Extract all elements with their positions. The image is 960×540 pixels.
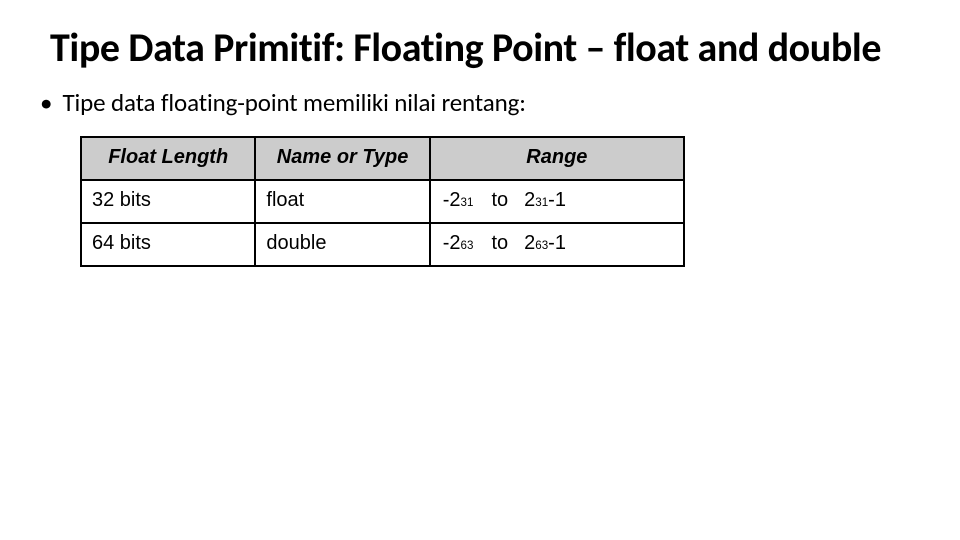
bullet-icon: •	[40, 87, 52, 118]
slide: Tipe Data Primitif: Floating Point – flo…	[0, 0, 960, 287]
table-row: 32 bits float -231 to 231-1	[81, 180, 684, 223]
cell-length: 64 bits	[81, 223, 255, 266]
range-high-tail: -1	[548, 189, 566, 212]
slide-title: Tipe Data Primitif: Floating Point – flo…	[50, 26, 910, 69]
table-row: 64 bits double -263 to 263-1	[81, 223, 684, 266]
bullet-item: • Tipe data floating-point memiliki nila…	[40, 87, 920, 118]
cell-name: double	[255, 223, 429, 266]
range-high-tail: -1	[548, 232, 566, 255]
col-header-range: Range	[430, 137, 684, 180]
range-to: to	[491, 189, 508, 212]
data-table: Float Length Name or Type Range 32 bits …	[80, 136, 685, 267]
col-header-name: Name or Type	[255, 137, 429, 180]
table-head: Float Length Name or Type Range	[81, 137, 684, 180]
cell-name: float	[255, 180, 429, 223]
range-high-base: 2	[524, 232, 535, 255]
cell-range: -231 to 231-1	[430, 180, 684, 223]
col-header-length: Float Length	[81, 137, 255, 180]
range-low-base: -2	[443, 189, 461, 212]
bullet-text: Tipe data floating-point memiliki nilai …	[62, 87, 525, 118]
range-low-base: -2	[443, 232, 461, 255]
range-to: to	[491, 232, 508, 255]
cell-range: -263 to 263-1	[430, 223, 684, 266]
cell-length: 32 bits	[81, 180, 255, 223]
table-header-row: Float Length Name or Type Range	[81, 137, 684, 180]
range-high-base: 2	[524, 189, 535, 212]
table-body: 32 bits float -231 to 231-1 64 bits doub…	[81, 180, 684, 266]
range-expression: -231 to 231-1	[441, 189, 673, 212]
range-expression: -263 to 263-1	[441, 232, 673, 255]
